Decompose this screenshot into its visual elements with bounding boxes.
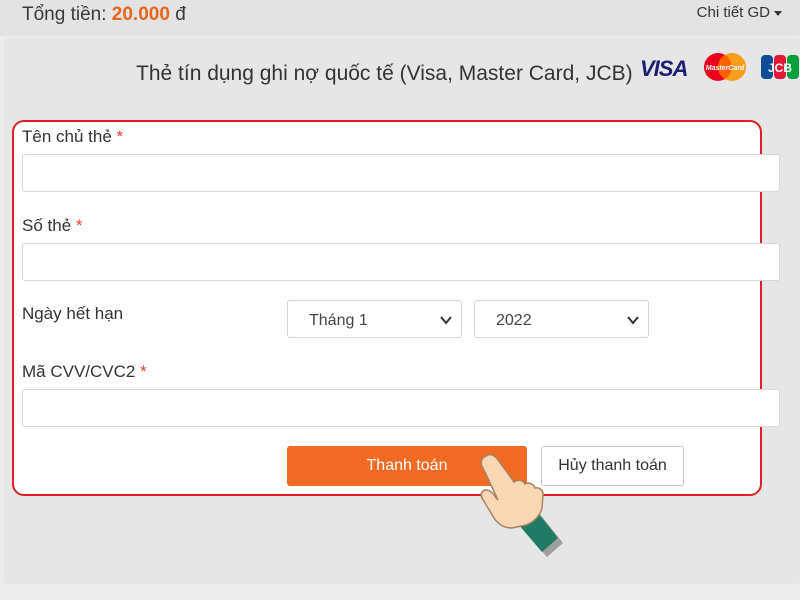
required-mark: * — [140, 362, 147, 381]
required-mark: * — [75, 216, 83, 235]
cardholder-input[interactable] — [22, 154, 780, 192]
pointing-hand-icon — [480, 453, 563, 557]
expiry-month-value: Tháng 1 — [309, 312, 368, 329]
mastercard-logo: MasterCard — [704, 53, 746, 81]
cvv-input[interactable] — [22, 389, 780, 427]
expiry-label: Ngày hết hạn — [22, 304, 124, 323]
top-bar: Tổng tiền: 20.000 đ Chi tiết GD — [0, 0, 800, 36]
required-mark: * — [116, 127, 124, 146]
transaction-detail-label: Chi tiết GD — [696, 4, 770, 21]
mastercard-logo-text: MasterCard — [706, 65, 745, 72]
transaction-detail-dropdown[interactable]: Chi tiết GD — [697, 4, 782, 21]
expiry-month-select[interactable]: Tháng 1 — [287, 300, 462, 338]
cvv-label: Mã CVV/CVC2 * — [22, 362, 147, 382]
chevron-down-icon — [440, 316, 452, 325]
caret-down-icon — [774, 10, 782, 16]
card-number-label-text: Số thẻ — [22, 216, 72, 235]
cvv-label-text: Mã CVV/CVC2 — [22, 362, 136, 381]
jcb-logo-text: JCB — [768, 61, 792, 75]
card-number-label: Số thẻ * — [22, 216, 83, 236]
card-number-input[interactable] — [22, 243, 780, 281]
expiry-year-select[interactable]: 2022 — [474, 300, 649, 338]
cardholder-label: Tên chủ thẻ * — [22, 127, 123, 147]
total-amount: Tổng tiền: 20.000 đ — [22, 4, 186, 26]
visa-logo: VISA — [640, 56, 688, 81]
total-label: Tổng tiền: — [22, 4, 107, 25]
currency-symbol: đ — [175, 4, 186, 25]
chevron-down-icon — [627, 316, 639, 325]
card-section-title: Thẻ tín dụng ghi nợ quốc tế (Visa, Maste… — [136, 62, 633, 85]
total-value: 20.000 — [111, 4, 170, 25]
jcb-logo: JCB — [761, 55, 799, 79]
cardholder-label-text: Tên chủ thẻ — [22, 127, 112, 146]
expiry-year-value: 2022 — [496, 312, 532, 329]
